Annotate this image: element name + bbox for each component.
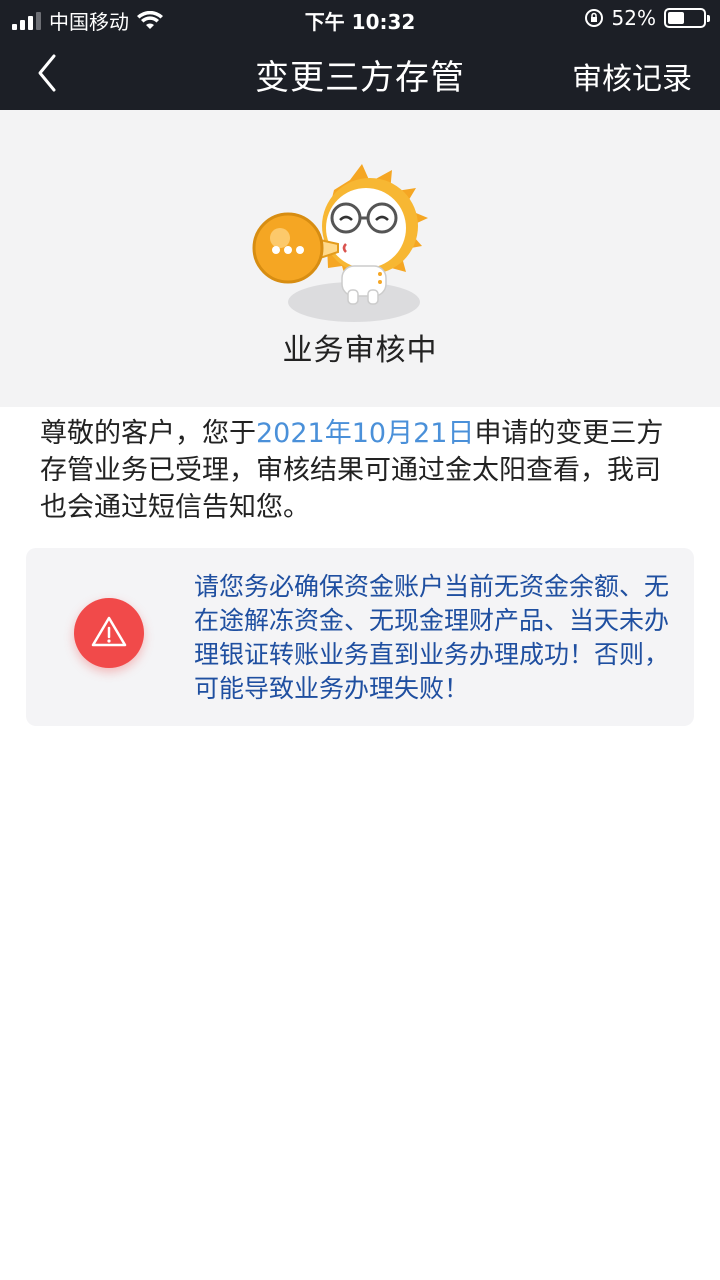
review-status-banner: 业务审核中 [0, 110, 720, 407]
warning-text: 请您务必确保资金账户当前无资金余额、无在途解冻资金、无现金理财产品、当天未办理银… [194, 572, 670, 703]
status-bar: 中国移动 下午 10:32 52% [0, 0, 720, 36]
nav-bar: 变更三方存管 审核记录 [0, 36, 720, 110]
application-date: 2021年10月21日 [256, 418, 475, 449]
top-bar: 中国移动 下午 10:32 52% 变更三方存管 审核记录 [0, 0, 720, 110]
notice-prefix: 尊敬的客户，您于 [40, 418, 256, 449]
rotation-lock-icon [584, 9, 603, 27]
audit-records-link[interactable]: 审核记录 [572, 54, 692, 98]
battery-fill [668, 12, 684, 24]
review-status-label: 业务审核中 [282, 333, 438, 368]
status-right: 52% [584, 6, 710, 30]
battery-percent: 52% [611, 6, 656, 30]
sun-mascot-illustration [252, 164, 428, 322]
notice-paragraph: 尊敬的客户，您于2021年10月21日申请的变更三方存管业务已受理，审核结果可通… [0, 407, 720, 526]
warning-triangle-icon [91, 616, 127, 647]
warning-badge [74, 598, 144, 668]
warning-card: 请您务必确保资金账户当前无资金余额、无在途解冻资金、无现金理财产品、当天未办理银… [26, 548, 694, 726]
battery-icon [664, 8, 710, 28]
